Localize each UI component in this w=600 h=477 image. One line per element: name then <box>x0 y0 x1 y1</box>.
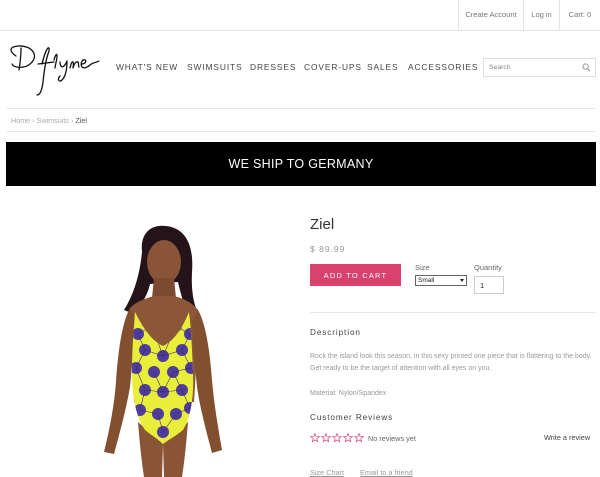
email-friend-link[interactable]: Email to a friend <box>360 468 413 477</box>
breadcrumb-separator: › <box>32 116 35 125</box>
add-to-cart-button[interactable]: ADD TO CART <box>310 264 401 286</box>
cart-link[interactable]: Cart: 0 <box>559 0 600 30</box>
quantity-input[interactable] <box>474 276 504 294</box>
product-description: Rock the island look this season, in thi… <box>310 353 592 372</box>
quantity-label: Quantity <box>474 263 502 272</box>
nav-item-dresses[interactable]: DRESSES <box>250 62 296 72</box>
breadcrumb-current: Ziel <box>75 116 87 125</box>
nav-item-swimsuits[interactable]: SWIMSUITS <box>187 62 243 72</box>
write-review-link[interactable]: Write a review <box>544 433 590 442</box>
star-icon[interactable] <box>310 433 321 443</box>
brand-logo[interactable] <box>6 42 102 98</box>
search-icon[interactable] <box>582 63 591 72</box>
description-heading: Description <box>310 328 361 337</box>
star-icon[interactable] <box>342 433 354 443</box>
breadcrumb-separator: › <box>70 116 74 125</box>
nav-item-cover-ups[interactable]: COVER-UPS <box>304 62 362 72</box>
chevron-down-icon <box>460 279 464 282</box>
nav-item-whats-new[interactable]: WHAT'S NEW <box>116 62 178 72</box>
product-image[interactable] <box>90 222 240 477</box>
product-material: Material: Nylon/Spandex <box>310 390 387 397</box>
divider <box>6 108 596 109</box>
search-box <box>483 58 596 77</box>
rating-stars[interactable] <box>310 433 364 443</box>
star-icon[interactable] <box>331 433 343 443</box>
size-select[interactable]: Small <box>415 275 467 286</box>
nav-item-accessories[interactable]: ACCESSORIES <box>408 62 478 72</box>
breadcrumb-swimsuits-link[interactable]: Swimsuits <box>37 116 69 125</box>
product-price: $ 89.99 <box>310 244 346 254</box>
divider <box>6 131 596 132</box>
breadcrumb: Home › Swimsuits › Ziel <box>11 116 87 125</box>
star-icon[interactable] <box>320 433 332 443</box>
top-utility-bar: Create Account Log in Cart: 0 <box>0 0 600 31</box>
create-account-link[interactable]: Create Account <box>458 0 523 30</box>
shipping-banner[interactable]: WE SHIP TO GERMANY <box>6 142 596 186</box>
no-reviews-text: No reviews yet <box>368 434 416 443</box>
size-chart-link[interactable]: Size Chart <box>310 468 344 477</box>
product-title: Ziel <box>310 216 335 233</box>
star-icon[interactable] <box>353 433 364 443</box>
nav-item-sales[interactable]: SALES <box>367 62 399 72</box>
size-label: Size <box>415 263 430 272</box>
reviews-heading: Customer Reviews <box>310 413 394 422</box>
login-link[interactable]: Log in <box>523 0 559 30</box>
search-input[interactable] <box>484 59 579 76</box>
divider <box>310 312 596 313</box>
size-select-value: Small <box>418 277 435 284</box>
breadcrumb-home-link[interactable]: Home <box>11 116 30 125</box>
